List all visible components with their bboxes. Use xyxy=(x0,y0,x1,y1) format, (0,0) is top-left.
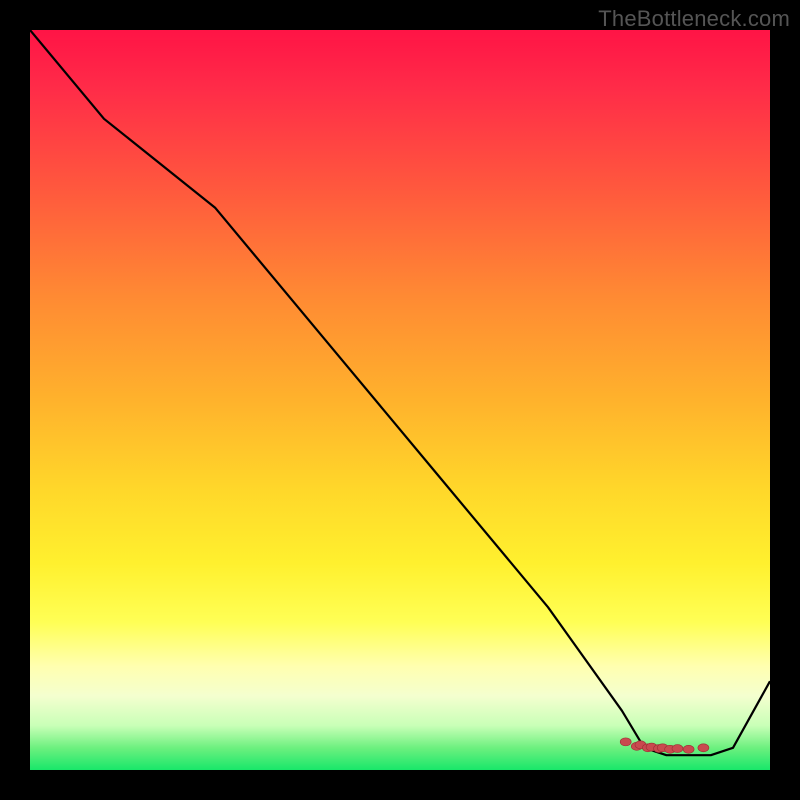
chart-gradient-area xyxy=(30,30,770,770)
watermark-text: TheBottleneck.com xyxy=(598,6,790,32)
